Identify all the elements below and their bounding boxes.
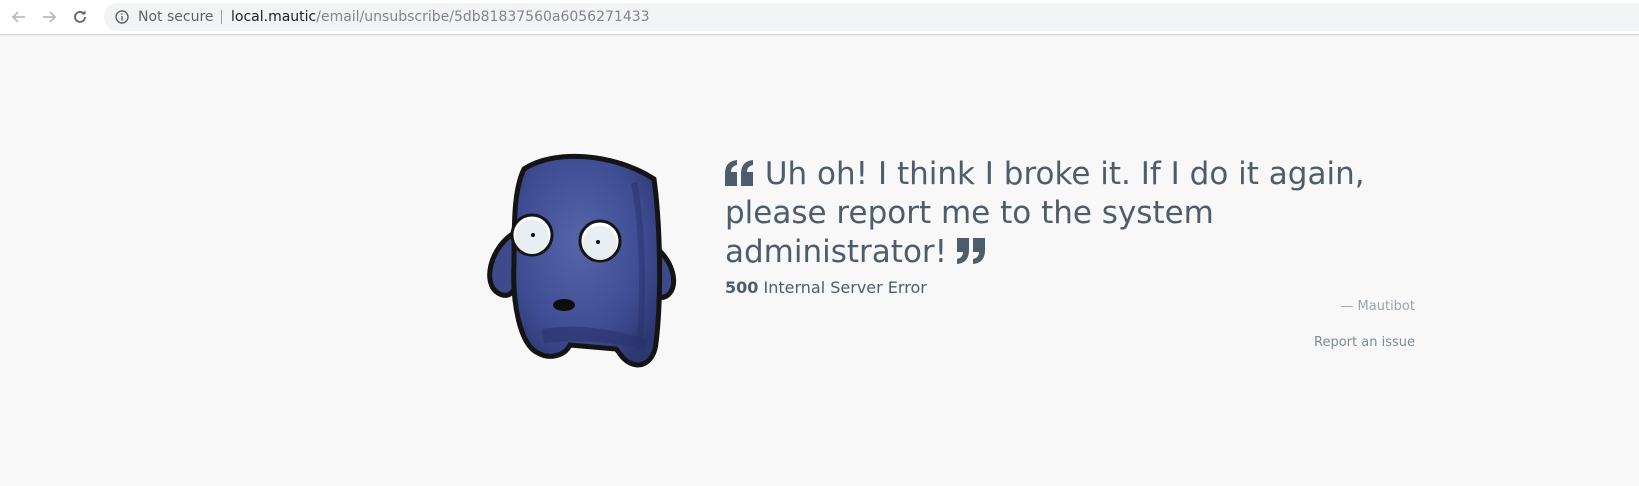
- quote-attribution: — Mautibot: [1340, 299, 1415, 314]
- address-bar[interactable]: Not secure local.mautic/email/unsubscrib…: [104, 3, 1639, 31]
- quote-open-icon: [725, 160, 753, 186]
- reload-button[interactable]: [70, 7, 90, 27]
- error-message-block: Uh oh! I think I broke it. If I do it ag…: [725, 155, 1425, 297]
- mautibot-mascot-image: [487, 153, 677, 368]
- browser-toolbar: Not secure local.mautic/email/unsubscrib…: [0, 0, 1639, 35]
- url-text[interactable]: local.mautic/email/unsubscribe/5db818375…: [231, 3, 650, 31]
- url-path: /email/unsubscribe/5db81837560a605627143…: [316, 9, 650, 25]
- back-button[interactable]: [9, 7, 29, 27]
- error-quote-text: Uh oh! I think I broke it. If I do it ag…: [725, 156, 1365, 270]
- arrow-right-icon: [43, 11, 57, 23]
- error-code: 500: [725, 278, 759, 297]
- error-quote: Uh oh! I think I broke it. If I do it ag…: [725, 155, 1425, 272]
- forward-button[interactable]: [39, 7, 59, 27]
- url-host: local.mautic: [231, 9, 317, 25]
- info-icon[interactable]: [115, 10, 129, 24]
- report-issue-link[interactable]: Report an issue: [1314, 335, 1415, 350]
- quote-close-icon: [956, 238, 985, 264]
- reload-icon: [74, 10, 86, 23]
- url-separator: [221, 10, 222, 24]
- error-text: Internal Server Error: [763, 278, 927, 297]
- error-status: 500 Internal Server Error: [725, 278, 1425, 297]
- security-label[interactable]: Not secure: [138, 3, 214, 31]
- arrow-left-icon: [11, 11, 25, 23]
